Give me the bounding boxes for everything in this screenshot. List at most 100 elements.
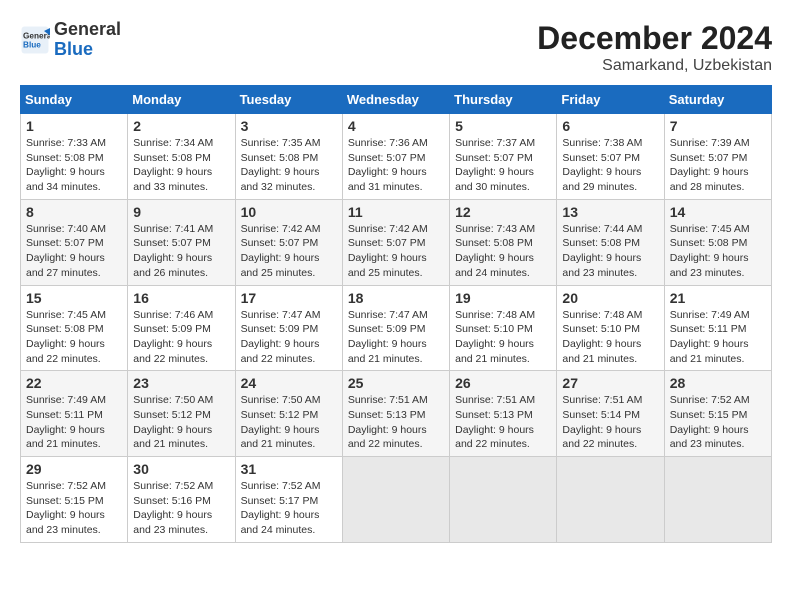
- col-thursday: Thursday: [450, 86, 557, 114]
- day-number: 7: [670, 118, 766, 134]
- location-subtitle: Samarkand, Uzbekistan: [537, 57, 772, 75]
- col-saturday: Saturday: [664, 86, 771, 114]
- day-info: Sunrise: 7:45 AM Sunset: 5:08 PM Dayligh…: [26, 308, 122, 367]
- day-number: 12: [455, 204, 551, 220]
- calendar-cell: 26 Sunrise: 7:51 AM Sunset: 5:13 PM Dayl…: [450, 371, 557, 457]
- calendar-cell: 13 Sunrise: 7:44 AM Sunset: 5:08 PM Dayl…: [557, 199, 664, 285]
- day-info: Sunrise: 7:52 AM Sunset: 5:15 PM Dayligh…: [670, 393, 766, 452]
- day-number: 21: [670, 290, 766, 306]
- calendar-cell: 16 Sunrise: 7:46 AM Sunset: 5:09 PM Dayl…: [128, 285, 235, 371]
- calendar-cell: [557, 457, 664, 543]
- day-info: Sunrise: 7:51 AM Sunset: 5:14 PM Dayligh…: [562, 393, 658, 452]
- day-number: 23: [133, 375, 229, 391]
- calendar-cell: [450, 457, 557, 543]
- calendar-cell: 8 Sunrise: 7:40 AM Sunset: 5:07 PM Dayli…: [21, 199, 128, 285]
- day-number: 31: [241, 461, 337, 477]
- day-info: Sunrise: 7:33 AM Sunset: 5:08 PM Dayligh…: [26, 136, 122, 195]
- day-info: Sunrise: 7:35 AM Sunset: 5:08 PM Dayligh…: [241, 136, 337, 195]
- calendar-cell: 11 Sunrise: 7:42 AM Sunset: 5:07 PM Dayl…: [342, 199, 449, 285]
- day-info: Sunrise: 7:52 AM Sunset: 5:16 PM Dayligh…: [133, 479, 229, 538]
- day-info: Sunrise: 7:45 AM Sunset: 5:08 PM Dayligh…: [670, 222, 766, 281]
- day-number: 8: [26, 204, 122, 220]
- calendar-table: Sunday Monday Tuesday Wednesday Thursday…: [20, 85, 772, 543]
- calendar-cell: 17 Sunrise: 7:47 AM Sunset: 5:09 PM Dayl…: [235, 285, 342, 371]
- col-monday: Monday: [128, 86, 235, 114]
- day-info: Sunrise: 7:52 AM Sunset: 5:17 PM Dayligh…: [241, 479, 337, 538]
- day-info: Sunrise: 7:48 AM Sunset: 5:10 PM Dayligh…: [455, 308, 551, 367]
- logo-text: General Blue: [54, 20, 121, 60]
- day-number: 5: [455, 118, 551, 134]
- day-info: Sunrise: 7:40 AM Sunset: 5:07 PM Dayligh…: [26, 222, 122, 281]
- day-number: 24: [241, 375, 337, 391]
- calendar-week-row: 22 Sunrise: 7:49 AM Sunset: 5:11 PM Dayl…: [21, 371, 772, 457]
- logo: General Blue General Blue: [20, 20, 121, 60]
- day-number: 20: [562, 290, 658, 306]
- calendar-week-row: 8 Sunrise: 7:40 AM Sunset: 5:07 PM Dayli…: [21, 199, 772, 285]
- day-info: Sunrise: 7:49 AM Sunset: 5:11 PM Dayligh…: [26, 393, 122, 452]
- svg-text:General: General: [23, 31, 50, 40]
- calendar-cell: 9 Sunrise: 7:41 AM Sunset: 5:07 PM Dayli…: [128, 199, 235, 285]
- day-number: 10: [241, 204, 337, 220]
- day-info: Sunrise: 7:51 AM Sunset: 5:13 PM Dayligh…: [348, 393, 444, 452]
- day-number: 25: [348, 375, 444, 391]
- col-tuesday: Tuesday: [235, 86, 342, 114]
- day-number: 22: [26, 375, 122, 391]
- day-number: 19: [455, 290, 551, 306]
- calendar-cell: 21 Sunrise: 7:49 AM Sunset: 5:11 PM Dayl…: [664, 285, 771, 371]
- day-number: 30: [133, 461, 229, 477]
- calendar-cell: 14 Sunrise: 7:45 AM Sunset: 5:08 PM Dayl…: [664, 199, 771, 285]
- day-number: 18: [348, 290, 444, 306]
- calendar-cell: 18 Sunrise: 7:47 AM Sunset: 5:09 PM Dayl…: [342, 285, 449, 371]
- day-info: Sunrise: 7:42 AM Sunset: 5:07 PM Dayligh…: [241, 222, 337, 281]
- day-number: 28: [670, 375, 766, 391]
- calendar-week-row: 15 Sunrise: 7:45 AM Sunset: 5:08 PM Dayl…: [21, 285, 772, 371]
- day-info: Sunrise: 7:51 AM Sunset: 5:13 PM Dayligh…: [455, 393, 551, 452]
- day-info: Sunrise: 7:46 AM Sunset: 5:09 PM Dayligh…: [133, 308, 229, 367]
- calendar-cell: 29 Sunrise: 7:52 AM Sunset: 5:15 PM Dayl…: [21, 457, 128, 543]
- calendar-cell: 12 Sunrise: 7:43 AM Sunset: 5:08 PM Dayl…: [450, 199, 557, 285]
- day-info: Sunrise: 7:34 AM Sunset: 5:08 PM Dayligh…: [133, 136, 229, 195]
- day-number: 27: [562, 375, 658, 391]
- day-info: Sunrise: 7:47 AM Sunset: 5:09 PM Dayligh…: [348, 308, 444, 367]
- day-info: Sunrise: 7:50 AM Sunset: 5:12 PM Dayligh…: [133, 393, 229, 452]
- calendar-cell: 31 Sunrise: 7:52 AM Sunset: 5:17 PM Dayl…: [235, 457, 342, 543]
- calendar-header-row: Sunday Monday Tuesday Wednesday Thursday…: [21, 86, 772, 114]
- calendar-cell: 3 Sunrise: 7:35 AM Sunset: 5:08 PM Dayli…: [235, 114, 342, 200]
- calendar-cell: 10 Sunrise: 7:42 AM Sunset: 5:07 PM Dayl…: [235, 199, 342, 285]
- day-info: Sunrise: 7:49 AM Sunset: 5:11 PM Dayligh…: [670, 308, 766, 367]
- day-info: Sunrise: 7:37 AM Sunset: 5:07 PM Dayligh…: [455, 136, 551, 195]
- calendar-cell: 1 Sunrise: 7:33 AM Sunset: 5:08 PM Dayli…: [21, 114, 128, 200]
- day-info: Sunrise: 7:42 AM Sunset: 5:07 PM Dayligh…: [348, 222, 444, 281]
- calendar-cell: 6 Sunrise: 7:38 AM Sunset: 5:07 PM Dayli…: [557, 114, 664, 200]
- calendar-cell: 27 Sunrise: 7:51 AM Sunset: 5:14 PM Dayl…: [557, 371, 664, 457]
- day-number: 2: [133, 118, 229, 134]
- day-info: Sunrise: 7:52 AM Sunset: 5:15 PM Dayligh…: [26, 479, 122, 538]
- calendar-cell: 7 Sunrise: 7:39 AM Sunset: 5:07 PM Dayli…: [664, 114, 771, 200]
- day-number: 1: [26, 118, 122, 134]
- calendar-cell: 4 Sunrise: 7:36 AM Sunset: 5:07 PM Dayli…: [342, 114, 449, 200]
- day-info: Sunrise: 7:39 AM Sunset: 5:07 PM Dayligh…: [670, 136, 766, 195]
- day-number: 4: [348, 118, 444, 134]
- page-header: General Blue General Blue December 2024 …: [20, 20, 772, 75]
- day-info: Sunrise: 7:44 AM Sunset: 5:08 PM Dayligh…: [562, 222, 658, 281]
- calendar-cell: 2 Sunrise: 7:34 AM Sunset: 5:08 PM Dayli…: [128, 114, 235, 200]
- day-info: Sunrise: 7:50 AM Sunset: 5:12 PM Dayligh…: [241, 393, 337, 452]
- day-number: 29: [26, 461, 122, 477]
- calendar-cell: 25 Sunrise: 7:51 AM Sunset: 5:13 PM Dayl…: [342, 371, 449, 457]
- svg-text:Blue: Blue: [23, 40, 41, 49]
- day-info: Sunrise: 7:43 AM Sunset: 5:08 PM Dayligh…: [455, 222, 551, 281]
- calendar-week-row: 29 Sunrise: 7:52 AM Sunset: 5:15 PM Dayl…: [21, 457, 772, 543]
- day-number: 6: [562, 118, 658, 134]
- title-section: December 2024 Samarkand, Uzbekistan: [537, 20, 772, 75]
- calendar-cell: 20 Sunrise: 7:48 AM Sunset: 5:10 PM Dayl…: [557, 285, 664, 371]
- day-info: Sunrise: 7:41 AM Sunset: 5:07 PM Dayligh…: [133, 222, 229, 281]
- calendar-week-row: 1 Sunrise: 7:33 AM Sunset: 5:08 PM Dayli…: [21, 114, 772, 200]
- day-number: 3: [241, 118, 337, 134]
- day-info: Sunrise: 7:47 AM Sunset: 5:09 PM Dayligh…: [241, 308, 337, 367]
- calendar-cell: 5 Sunrise: 7:37 AM Sunset: 5:07 PM Dayli…: [450, 114, 557, 200]
- calendar-cell: 19 Sunrise: 7:48 AM Sunset: 5:10 PM Dayl…: [450, 285, 557, 371]
- day-number: 9: [133, 204, 229, 220]
- calendar-cell: 15 Sunrise: 7:45 AM Sunset: 5:08 PM Dayl…: [21, 285, 128, 371]
- day-number: 26: [455, 375, 551, 391]
- day-info: Sunrise: 7:38 AM Sunset: 5:07 PM Dayligh…: [562, 136, 658, 195]
